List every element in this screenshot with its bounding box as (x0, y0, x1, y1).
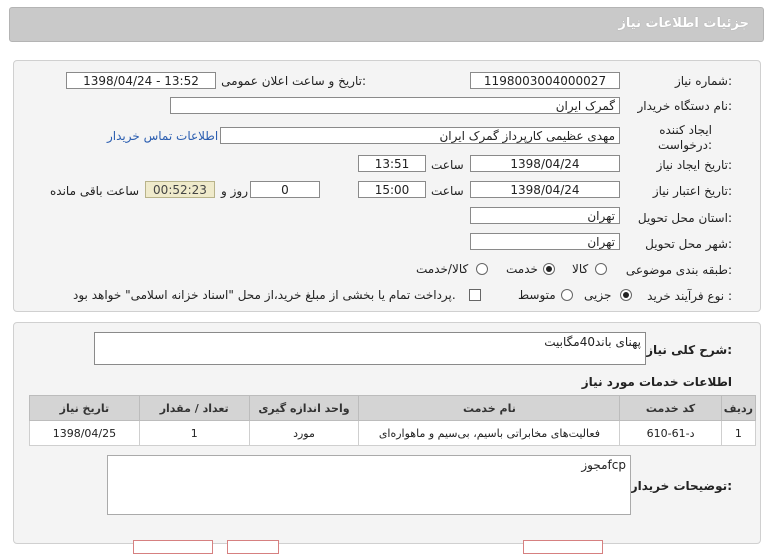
cell-unit: مورد (248, 420, 360, 446)
created-time-field: 13:51 (358, 155, 426, 172)
summary-label: شرح کلی نیاز: (646, 343, 732, 357)
announce-field: 1398/04/24 - 13:52 (66, 72, 216, 89)
validity-label: تاریخ اعتبار نیاز: (652, 184, 732, 198)
cell-quantity: 1 (138, 420, 250, 446)
need-number-label: شماره نیاز: (674, 74, 732, 88)
validity-time-field: 15:00 (358, 181, 426, 198)
col-unit: واحد اندازه گیری (248, 395, 360, 421)
province-label: استان محل تحویل: (637, 211, 732, 225)
cell-service-name: فعالیت‌های مخابراتی باسیم، بی‌سیم و ماهو… (358, 420, 621, 446)
col-row: ردیف (720, 395, 757, 421)
validity-time-label: ساعت (431, 184, 464, 198)
process-medium-radio[interactable] (561, 289, 573, 301)
remaining-time-field: 00:52:23 (145, 181, 215, 198)
need-number-field: 1198003004000027 (470, 72, 620, 89)
cell-row: 1 (720, 420, 757, 446)
treasury-payment-note: پرداخت تمام یا بخشی از مبلغ خرید،از محل … (73, 288, 456, 302)
category-goods-service-label: کالا/خدمت (416, 262, 469, 276)
city-field: تهران (470, 233, 620, 250)
remaining-days-field: 0 (250, 181, 320, 198)
col-service-code: کد خدمت (619, 395, 722, 421)
category-label: طبقه بندی موضوعی: (625, 263, 732, 277)
category-service-radio[interactable] (543, 263, 555, 275)
category-goods-label: کالا (572, 262, 589, 276)
created-time-label: ساعت (431, 158, 464, 172)
province-field: تهران (470, 207, 620, 224)
category-goods-radio[interactable] (595, 263, 607, 275)
summary-field: پهنای باند40مگابیت (94, 332, 646, 365)
category-goods-service-radio[interactable] (476, 263, 488, 275)
buyer-org-field: گمرک ایران (170, 97, 620, 114)
city-label: شهر محل تحویل: (645, 237, 732, 251)
col-service-name: نام خدمت (358, 395, 621, 421)
created-label: تاریخ ایجاد نیاز: (656, 158, 732, 172)
services-table-header: ردیف کد خدمت نام خدمت واحد اندازه گیری ت… (29, 395, 757, 421)
days-label: روز و (221, 184, 248, 198)
buyer-org-label: نام دستگاه خریدار: (637, 99, 733, 113)
bottom-button-2[interactable] (227, 540, 279, 554)
process-label: نوع فرآیند خرید : (647, 289, 732, 303)
cell-need-date: 1398/04/25 (29, 420, 140, 446)
buyer-notes-label: توضیحات خریدار: (630, 479, 732, 493)
col-quantity: تعداد / مقدار (138, 395, 250, 421)
requester-field: مهدی عظیمی کارپرداز گمرک ایران (220, 127, 620, 144)
process-minor-radio[interactable] (620, 289, 632, 301)
page-header: جزئیات اطلاعات نیاز (9, 7, 764, 42)
col-need-date: تاریخ نیاز (29, 395, 140, 421)
remaining-label: ساعت باقی مانده (50, 184, 140, 198)
buyer-contact-link[interactable]: اطلاعات تماس خریدار (107, 129, 218, 143)
created-date-field: 1398/04/24 (470, 155, 620, 172)
announce-label: تاریخ و ساعت اعلان عمومی: (221, 74, 366, 88)
treasury-payment-checkbox[interactable] (469, 289, 481, 301)
table-row: 1 د-61-610 فعالیت‌های مخابراتی باسیم، بی… (29, 420, 757, 446)
cell-service-code: د-61-610 (619, 420, 722, 446)
buyer-notes-field: مجوزfcp (107, 455, 631, 515)
process-medium-label: متوسط (518, 288, 556, 302)
requester-label: ایجاد کننده درخواست: (658, 123, 712, 152)
category-service-label: خدمت (506, 262, 538, 276)
validity-date-field: 1398/04/24 (470, 181, 620, 198)
bottom-button-1[interactable] (133, 540, 213, 554)
services-table: ردیف کد خدمت نام خدمت واحد اندازه گیری ت… (29, 395, 757, 446)
process-minor-label: جزیی (584, 288, 612, 302)
page-title: جزئیات اطلاعات نیاز (618, 16, 749, 31)
services-title: اطلاعات خدمات مورد نیاز (581, 375, 732, 389)
bottom-button-3[interactable] (523, 540, 603, 554)
